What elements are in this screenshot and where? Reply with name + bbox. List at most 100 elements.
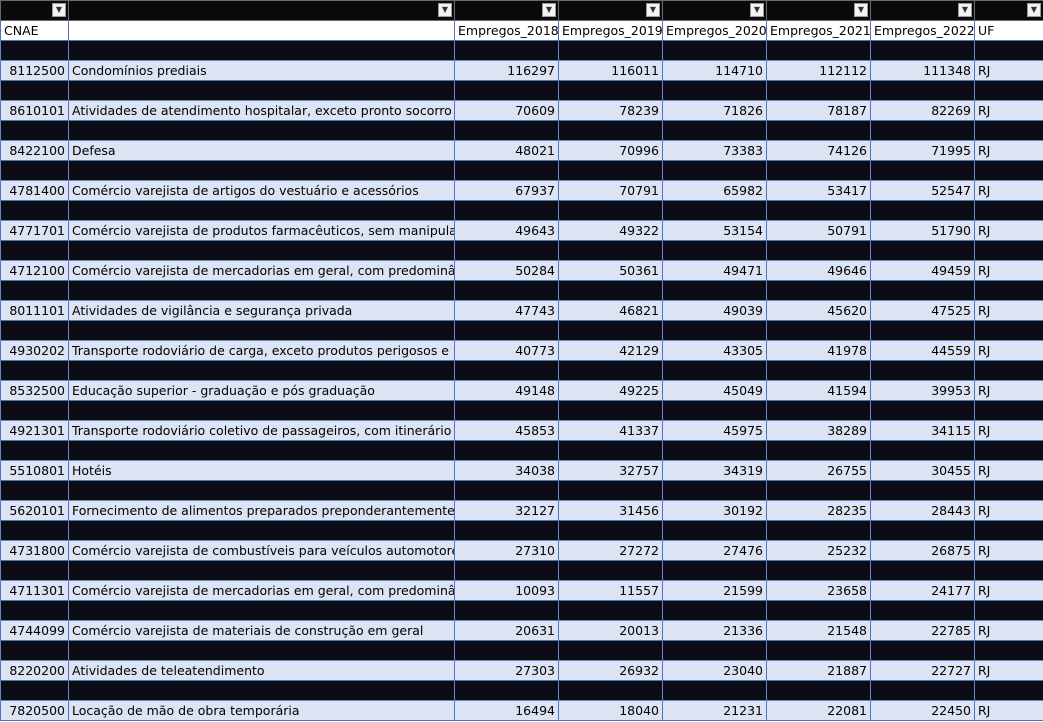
cell-2020[interactable]: 21231 [662,700,767,721]
cell-2018[interactable]: 34038 [454,460,559,481]
cell-2022[interactable]: 111348 [870,60,975,81]
redacted-cell[interactable] [454,240,559,261]
redacted-cell[interactable] [662,520,767,541]
cell-2021[interactable]: 50791 [766,220,871,241]
redacted-cell[interactable] [870,320,975,341]
redacted-cell[interactable] [870,560,975,581]
cell-2022[interactable]: 52547 [870,180,975,201]
cell-cnae[interactable]: 8610101 [0,100,69,121]
redacted-cell[interactable] [974,40,1043,61]
cell-2018[interactable]: 49643 [454,220,559,241]
redacted-cell[interactable] [766,360,871,381]
cell-2021[interactable]: 25232 [766,540,871,561]
cell-description[interactable]: Comércio varejista de mercadorias em ger… [68,580,455,601]
cell-description[interactable]: Atividades de atendimento hospitalar, ex… [68,100,455,121]
redacted-cell[interactable] [454,80,559,101]
cell-2021[interactable]: 49646 [766,260,871,281]
chevron-down-icon[interactable]: ▼ [52,3,66,17]
redacted-cell[interactable] [870,160,975,181]
redacted-cell[interactable] [870,600,975,621]
redacted-cell[interactable] [558,160,663,181]
header-cnae[interactable]: CNAE [0,20,69,41]
redacted-cell[interactable] [974,640,1043,661]
cell-2021[interactable]: 41978 [766,340,871,361]
header-2022[interactable]: Empregos_2022 [870,20,975,41]
cell-2019[interactable]: 49225 [558,380,663,401]
redacted-cell[interactable] [974,560,1043,581]
cell-2019[interactable]: 18040 [558,700,663,721]
cell-2019[interactable]: 11557 [558,580,663,601]
redacted-cell[interactable] [766,400,871,421]
redacted-cell[interactable] [870,480,975,501]
redacted-cell[interactable] [870,400,975,421]
redacted-cell[interactable] [0,200,69,221]
cell-cnae[interactable]: 8112500 [0,60,69,81]
cell-cnae[interactable]: 5620101 [0,500,69,521]
cell-2018[interactable]: 67937 [454,180,559,201]
redacted-cell[interactable] [662,360,767,381]
redacted-cell[interactable] [558,680,663,701]
redacted-cell[interactable] [870,520,975,541]
redacted-cell[interactable] [68,320,455,341]
header-2020[interactable]: Empregos_2020 [662,20,767,41]
cell-2020[interactable]: 21336 [662,620,767,641]
redacted-cell[interactable] [766,160,871,181]
redacted-cell[interactable] [558,120,663,141]
cell-2018[interactable]: 20631 [454,620,559,641]
cell-uf[interactable]: RJ [974,460,1043,481]
redacted-cell[interactable] [766,80,871,101]
cell-2020[interactable]: 73383 [662,140,767,161]
redacted-cell[interactable] [68,400,455,421]
redacted-cell[interactable] [870,120,975,141]
header-uf[interactable]: UF [974,20,1043,41]
redacted-cell[interactable] [870,680,975,701]
cell-description[interactable]: Hotéis [68,460,455,481]
header-2021[interactable]: Empregos_2021 [766,20,871,41]
redacted-cell[interactable] [870,200,975,221]
redacted-cell[interactable] [974,400,1043,421]
cell-uf[interactable]: RJ [974,340,1043,361]
cell-2020[interactable]: 27476 [662,540,767,561]
redacted-cell[interactable] [662,600,767,621]
redacted-cell[interactable] [68,280,455,301]
redacted-cell[interactable] [662,480,767,501]
redacted-cell[interactable] [0,440,69,461]
cell-2022[interactable]: 71995 [870,140,975,161]
redacted-cell[interactable] [870,80,975,101]
redacted-cell[interactable] [870,440,975,461]
redacted-cell[interactable] [454,600,559,621]
cell-2022[interactable]: 22450 [870,700,975,721]
redacted-cell[interactable] [454,200,559,221]
redacted-cell[interactable] [766,560,871,581]
redacted-cell[interactable] [454,560,559,581]
redacted-cell[interactable] [68,360,455,381]
redacted-cell[interactable] [558,240,663,261]
cell-2021[interactable]: 74126 [766,140,871,161]
chevron-down-icon[interactable]: ▼ [542,3,556,17]
cell-description[interactable]: Defesa [68,140,455,161]
cell-2019[interactable]: 26932 [558,660,663,681]
redacted-cell[interactable] [662,440,767,461]
redacted-cell[interactable] [662,680,767,701]
cell-2022[interactable]: 28443 [870,500,975,521]
redacted-cell[interactable] [68,480,455,501]
cell-cnae[interactable]: 4712100 [0,260,69,281]
redacted-cell[interactable] [558,640,663,661]
redacted-cell[interactable] [766,200,871,221]
cell-cnae[interactable]: 8011101 [0,300,69,321]
cell-2018[interactable]: 49148 [454,380,559,401]
redacted-cell[interactable] [0,480,69,501]
redacted-cell[interactable] [974,240,1043,261]
redacted-cell[interactable] [0,520,69,541]
redacted-cell[interactable] [454,360,559,381]
cell-2018[interactable]: 27310 [454,540,559,561]
cell-2021[interactable]: 21887 [766,660,871,681]
redacted-cell[interactable] [974,160,1043,181]
redacted-cell[interactable] [68,120,455,141]
chevron-down-icon[interactable]: ▼ [646,3,660,17]
redacted-cell[interactable] [68,240,455,261]
redacted-cell[interactable] [0,40,69,61]
redacted-cell[interactable] [662,320,767,341]
cell-cnae[interactable]: 8220200 [0,660,69,681]
cell-2018[interactable]: 48021 [454,140,559,161]
